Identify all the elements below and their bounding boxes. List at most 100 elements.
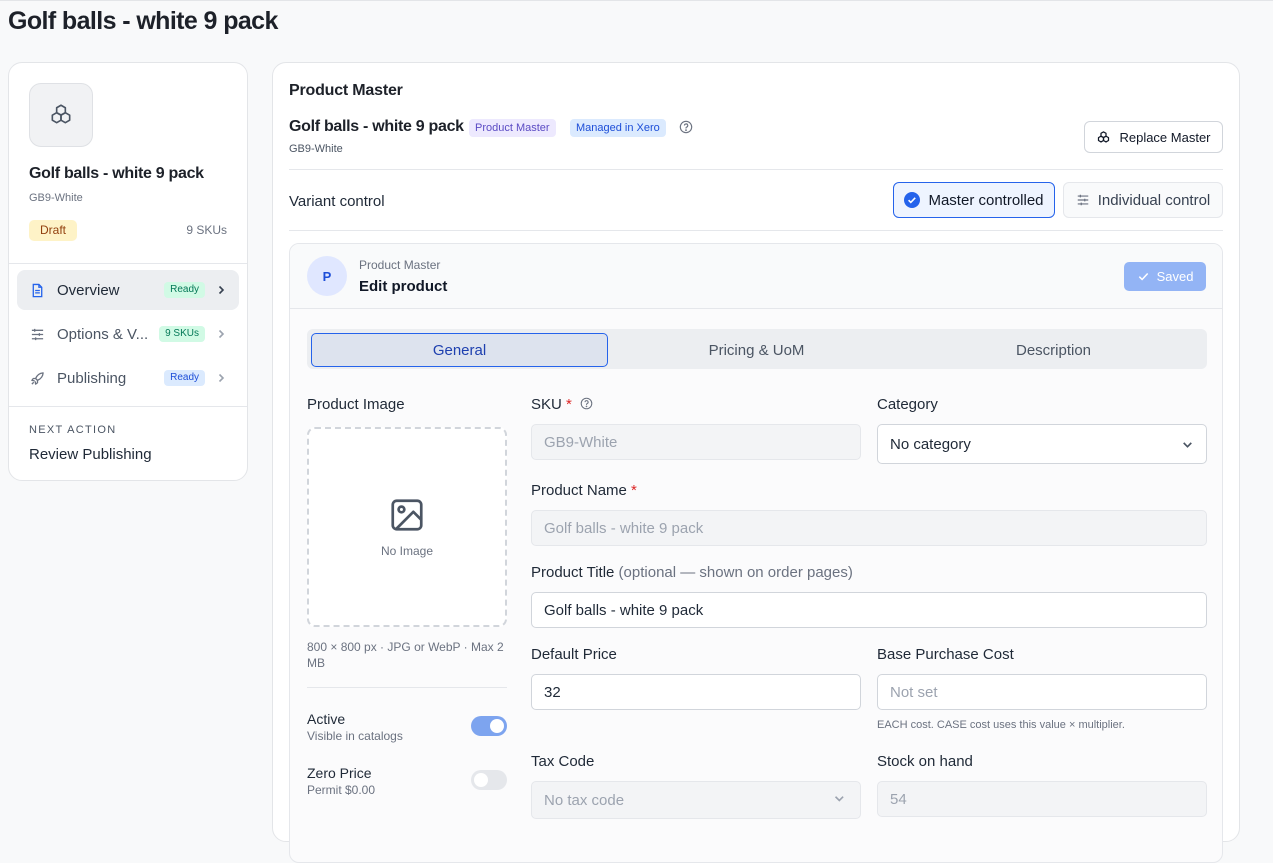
- cubes-icon: [51, 104, 71, 124]
- product-thumbnail: [29, 83, 93, 147]
- divider: [289, 230, 1223, 231]
- edit-tabs: General Pricing & UoM Description: [307, 329, 1207, 369]
- product-title-label: Product Title (optional — shown on order…: [531, 564, 853, 581]
- sku-label-text: SKU: [531, 396, 562, 413]
- check-circle-icon: [904, 192, 921, 208]
- divider: [9, 406, 247, 407]
- replace-master-button[interactable]: Replace Master: [1084, 121, 1223, 153]
- page-title: Golf balls - white 9 pack: [8, 7, 278, 35]
- product-name-input[interactable]: Golf balls - white 9 pack: [531, 510, 1207, 546]
- edit-panel-header: P Product Master Edit product Saved: [290, 244, 1222, 309]
- active-sublabel: Visible in catalogs: [307, 729, 403, 743]
- sidebar-item-label: Options & V...: [57, 325, 149, 343]
- base-purchase-cost-label: Base Purchase Cost: [877, 646, 1014, 663]
- individual-control-label: Individual control: [1097, 191, 1211, 209]
- toggle-knob: [490, 719, 504, 733]
- nav-status-badge: Ready: [164, 370, 205, 386]
- product-master-pill: Product Master: [469, 119, 556, 137]
- help-icon[interactable]: [679, 120, 693, 134]
- master-controlled-button[interactable]: Master controlled: [893, 182, 1055, 218]
- next-action-label: NEXT ACTION: [29, 424, 117, 436]
- sidebar-item-options-variants[interactable]: Options & V... 9 SKUs: [17, 314, 239, 354]
- chevron-right-icon: [213, 282, 229, 298]
- chevron-down-icon: [1183, 442, 1192, 448]
- sidebar-item-label: Publishing: [57, 369, 127, 387]
- chevron-right-icon: [213, 326, 229, 342]
- tab-description[interactable]: Description: [905, 333, 1202, 367]
- product-master-card: Product Master Golf balls - white 9 pack…: [272, 62, 1240, 863]
- divider: [9, 263, 247, 264]
- default-price-label: Default Price: [531, 646, 617, 663]
- tab-general[interactable]: General: [311, 333, 608, 367]
- tax-code-select[interactable]: No tax code: [531, 781, 861, 819]
- product-image-dropzone[interactable]: No Image: [307, 427, 507, 627]
- active-label: Active: [307, 711, 346, 727]
- chevron-down-icon: [835, 796, 844, 802]
- edit-product-panel: P Product Master Edit product Saved Gene…: [289, 243, 1223, 863]
- base-cost-hint: EACH cost. CASE cost uses this value × m…: [877, 719, 1125, 731]
- no-image-text: No Image: [380, 544, 434, 558]
- cubes-icon: [1098, 130, 1110, 143]
- sidebar-sku: GB9-White: [29, 192, 83, 204]
- sku-label: SKU *: [531, 396, 593, 413]
- individual-control-button[interactable]: Individual control: [1063, 182, 1223, 218]
- sidebar-item-overview[interactable]: Overview Ready: [17, 270, 239, 310]
- sku-input[interactable]: GB9-White: [531, 424, 861, 460]
- required-marker: *: [566, 396, 572, 413]
- product-name-label-text: Product Name: [531, 482, 627, 499]
- category-value: No category: [890, 435, 971, 453]
- zero-price-sublabel: Permit $0.00: [307, 783, 376, 797]
- default-price-input[interactable]: 32: [531, 674, 861, 710]
- edit-panel-title: Edit product: [359, 278, 448, 295]
- next-action-value: Review Publishing: [29, 446, 152, 463]
- required-marker: *: [631, 482, 637, 499]
- zero-price-label: Zero Price: [307, 765, 372, 781]
- saved-label: Saved: [1156, 269, 1194, 284]
- nav-status-badge: Ready: [164, 282, 205, 298]
- replace-master-label: Replace Master: [1119, 129, 1211, 145]
- stock-on-hand-label: Stock on hand: [877, 753, 973, 770]
- rocket-icon: [29, 370, 45, 386]
- tab-pricing-uom[interactable]: Pricing & UoM: [608, 333, 905, 367]
- sku-count: 9 SKUs: [186, 223, 227, 237]
- nav-status-badge: 9 SKUs: [159, 326, 205, 342]
- stock-on-hand-input[interactable]: 54: [877, 781, 1207, 817]
- status-badge: Draft: [29, 220, 78, 241]
- document-icon: [29, 282, 45, 298]
- section-heading: Product Master: [289, 82, 403, 99]
- toggle-knob: [474, 773, 488, 787]
- sliders-icon: [29, 326, 45, 342]
- image-icon: [391, 499, 423, 531]
- product-title-label-text: Product Title: [531, 564, 615, 581]
- master-product-name: Golf balls - white 9 pack: [289, 118, 464, 135]
- zero-price-toggle[interactable]: [471, 770, 507, 790]
- edit-panel-subtitle: Product Master: [359, 258, 441, 272]
- divider: [289, 169, 1223, 170]
- tax-code-label: Tax Code: [531, 753, 595, 770]
- sidebar-product-name: Golf balls - white 9 pack: [29, 165, 204, 182]
- image-size-hint: 800 × 800 px · JPG or WebP · Max 2 MB: [307, 640, 504, 670]
- sidebar-item-publishing[interactable]: Publishing Ready: [17, 358, 239, 398]
- product-summary-card: Golf balls - white 9 pack GB9-White Draf…: [8, 62, 248, 481]
- active-toggle[interactable]: [471, 716, 507, 736]
- check-icon: [1138, 273, 1148, 281]
- product-title-input[interactable]: Golf balls - white 9 pack: [531, 592, 1207, 628]
- product-image-label: Product Image: [307, 396, 405, 413]
- help-icon[interactable]: [580, 397, 593, 410]
- base-purchase-cost-input[interactable]: Not set: [877, 674, 1207, 710]
- category-label: Category: [877, 396, 938, 413]
- managed-in-xero-pill: Managed in Xero: [570, 119, 666, 137]
- product-title-optional-note: (optional — shown on order pages): [618, 564, 853, 581]
- variant-control-label: Variant control: [289, 193, 385, 210]
- category-select[interactable]: No category: [877, 424, 1207, 464]
- tax-code-value: No tax code: [544, 791, 625, 809]
- saved-button[interactable]: Saved: [1124, 262, 1206, 291]
- chevron-right-icon: [213, 370, 229, 386]
- sliders-icon: [1077, 194, 1088, 206]
- product-name-label: Product Name *: [531, 482, 637, 499]
- avatar: P: [307, 256, 347, 296]
- divider: [307, 687, 507, 688]
- master-sku: GB9-White: [289, 143, 343, 155]
- master-controlled-label: Master controlled: [928, 191, 1044, 209]
- sidebar-item-label: Overview: [57, 281, 120, 299]
